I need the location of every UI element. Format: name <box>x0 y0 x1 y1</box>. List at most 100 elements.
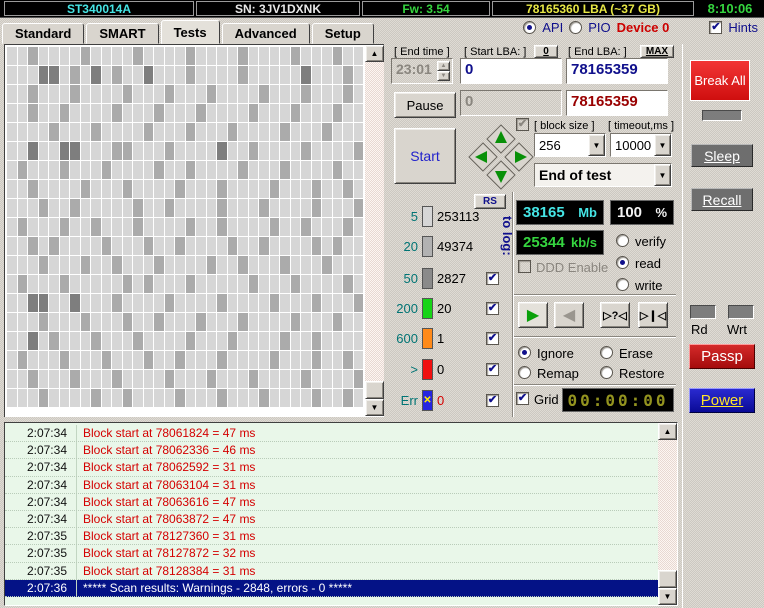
reverse-button[interactable]: ◀ <box>554 302 584 328</box>
ignore-radio[interactable] <box>518 346 531 359</box>
zero-lba-button[interactable]: 0 <box>534 45 558 58</box>
sleep-button[interactable]: Sleep <box>691 144 753 167</box>
log-column-divider <box>67 442 77 458</box>
tab-tests[interactable]: Tests <box>161 20 220 44</box>
percent-unit: % <box>655 205 667 220</box>
end-action-dropdown-icon[interactable]: ▼ <box>654 164 671 186</box>
block-size-label: [ block size ] <box>534 120 595 132</box>
api-radio[interactable] <box>523 21 536 34</box>
end-time-up-icon[interactable]: ▲ <box>437 61 450 71</box>
map-cell <box>102 85 112 103</box>
tab-smart[interactable]: SMART <box>86 23 158 44</box>
map-cell <box>207 332 217 350</box>
map-cell <box>249 123 259 141</box>
map-cell <box>7 66 17 84</box>
to-log-checkbox[interactable]: ✔ <box>486 272 499 285</box>
map-scrollbar[interactable]: ▲ ▼ <box>365 45 384 416</box>
to-log-checkbox[interactable]: ✔ <box>486 394 499 407</box>
tab-setup[interactable]: Setup <box>312 23 374 44</box>
map-cell <box>354 275 364 293</box>
log-scroll-track[interactable] <box>658 440 677 570</box>
log-scroll-thumb[interactable] <box>658 570 677 588</box>
map-cell <box>49 104 59 122</box>
map-cell <box>354 332 364 350</box>
end-lba-input[interactable]: 78165359 <box>566 58 668 84</box>
seek-unknown-button[interactable]: ▷?◁ <box>600 302 630 328</box>
log-row[interactable]: 2:07:34Block start at 78061824 = 47 ms <box>5 425 659 442</box>
ddd-enable-checkbox[interactable] <box>518 260 531 273</box>
log-row[interactable]: 2:07:34Block start at 78063104 = 31 ms <box>5 477 659 494</box>
map-cell <box>207 142 217 160</box>
map-scroll-thumb[interactable] <box>365 381 384 399</box>
log-scrollbar[interactable]: ▲ ▼ <box>658 423 677 605</box>
log-row[interactable]: 2:07:34Block start at 78062336 = 46 ms <box>5 442 659 459</box>
log-time: 2:07:34 <box>5 478 67 492</box>
tab-standard[interactable]: Standard <box>2 23 84 44</box>
bucket-count: 49374 <box>437 239 473 254</box>
log-scroll-up-icon[interactable]: ▲ <box>658 423 677 440</box>
map-cell <box>270 142 280 160</box>
map-cell <box>154 294 164 312</box>
start-lba-input[interactable]: 0 <box>460 58 562 84</box>
map-cell <box>49 275 59 293</box>
break-all-button[interactable]: Break All <box>690 60 750 101</box>
map-cell <box>7 256 17 274</box>
log-row[interactable]: 2:07:35Block start at 78127872 = 32 ms <box>5 545 659 562</box>
map-cell <box>123 237 133 255</box>
map-cell <box>186 313 196 331</box>
log-row[interactable]: 2:07:34Block start at 78062592 = 31 ms <box>5 459 659 476</box>
map-scroll-up-icon[interactable]: ▲ <box>365 45 384 62</box>
map-cell <box>91 313 101 331</box>
max-lba-button[interactable]: MAX <box>640 45 674 58</box>
map-cell <box>280 275 290 293</box>
log-scroll-down-icon[interactable]: ▼ <box>658 588 677 605</box>
map-scroll-track[interactable] <box>365 62 384 381</box>
timeout-select[interactable]: 10000 ▼ <box>610 133 672 157</box>
tab-advanced[interactable]: Advanced <box>222 23 310 44</box>
map-cell <box>207 313 217 331</box>
map-cell <box>39 370 49 388</box>
log-row[interactable]: 2:07:34Block start at 78063616 = 47 ms <box>5 494 659 511</box>
map-cell <box>322 199 332 217</box>
to-log-checkbox[interactable]: ✔ <box>486 363 499 376</box>
map-cell <box>144 66 154 84</box>
map-scroll-down-icon[interactable]: ▼ <box>365 399 384 416</box>
end-action-select[interactable]: End of test ▼ <box>534 163 672 187</box>
to-log-checkbox[interactable]: ✔ <box>486 332 499 345</box>
seek-edge-button[interactable]: ▷❙◁ <box>638 302 668 328</box>
log-row[interactable]: 2:07:35Block start at 78127360 = 31 ms <box>5 528 659 545</box>
log-row[interactable]: 2:07:36***** Scan results: Warnings - 28… <box>5 580 659 597</box>
timeout-dropdown-icon[interactable]: ▼ <box>654 134 671 156</box>
pause-button[interactable]: Pause <box>394 92 456 118</box>
map-cell <box>18 199 28 217</box>
verify-radio[interactable] <box>616 234 629 247</box>
log-row[interactable]: 2:07:34Block start at 78063872 = 47 ms <box>5 511 659 528</box>
erase-radio[interactable] <box>600 346 613 359</box>
passp-button[interactable]: Passp <box>689 344 755 369</box>
log-row[interactable]: 2:07:35Block start at 78128384 = 31 ms <box>5 563 659 580</box>
power-button[interactable]: Power <box>689 388 755 413</box>
bucket-count: 1 <box>437 331 444 346</box>
map-cell <box>301 85 311 103</box>
restore-radio[interactable] <box>600 366 613 379</box>
write-radio[interactable] <box>616 278 629 291</box>
hints-checkbox[interactable]: ✔ <box>709 21 722 34</box>
map-cell <box>39 142 49 160</box>
remap-radio[interactable] <box>518 366 531 379</box>
recall-button[interactable]: Recall <box>691 188 753 211</box>
pio-radio[interactable] <box>569 21 582 34</box>
start-button[interactable]: Start <box>394 128 456 184</box>
map-cell <box>39 351 49 369</box>
block-size-select[interactable]: 256 ▼ <box>534 133 606 157</box>
block-size-dropdown-icon[interactable]: ▼ <box>588 134 605 156</box>
direction-pad[interactable] <box>466 122 536 192</box>
loop-checkbox[interactable]: ✔ <box>516 118 529 131</box>
map-cell <box>291 351 301 369</box>
read-radio[interactable] <box>616 256 629 269</box>
to-log-checkbox[interactable]: ✔ <box>486 302 499 315</box>
play-button[interactable]: ▶ <box>518 302 548 328</box>
map-cell <box>91 389 101 407</box>
end-time-down-icon[interactable]: ▼ <box>437 71 450 81</box>
grid-checkbox[interactable]: ✔ <box>516 392 529 405</box>
end-time-field[interactable]: 23:01 ▲▼ <box>391 58 453 84</box>
